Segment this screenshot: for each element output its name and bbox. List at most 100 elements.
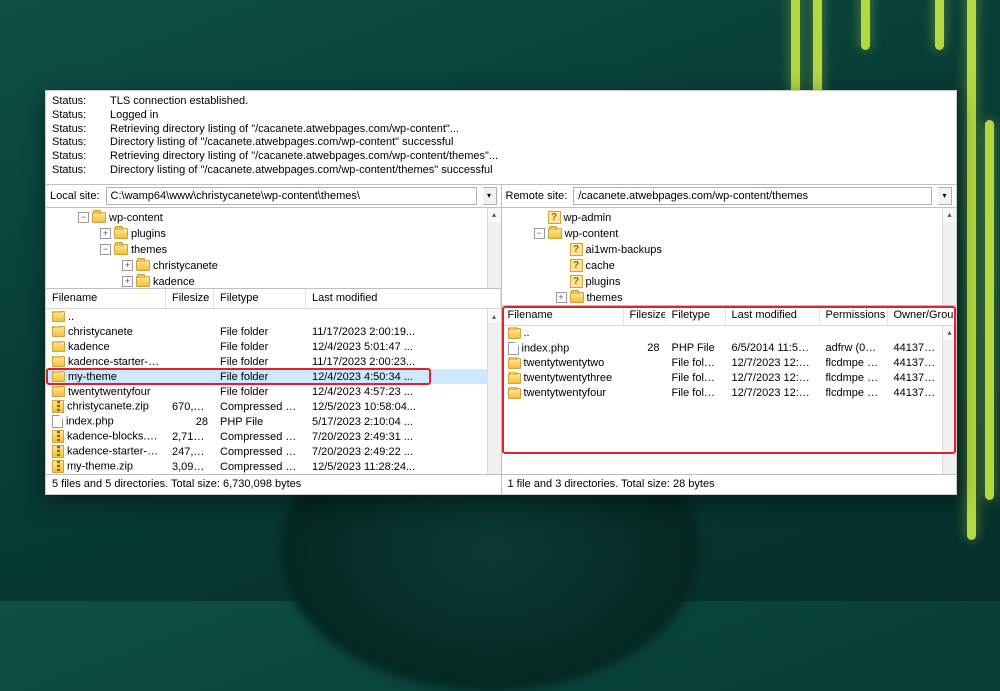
folder-icon [508, 388, 521, 399]
folder-icon [92, 212, 106, 223]
cell-filesize: 28 [166, 416, 214, 428]
tree-node[interactable]: ?cache [506, 258, 953, 274]
scrollbar[interactable]: ▴ [487, 208, 501, 289]
folder-icon [52, 386, 65, 397]
list-row[interactable]: christycaneteFile folder11/17/2023 2:00:… [46, 324, 487, 339]
tree-expander-icon[interactable]: − [100, 244, 111, 255]
list-row[interactable]: twentytwentytwoFile folder12/7/2023 12:2… [502, 356, 943, 371]
col-ownergroup[interactable]: Owner/Group [888, 306, 957, 325]
tree-expander-icon[interactable]: − [534, 228, 545, 239]
cell-filesize: 28 [624, 342, 666, 354]
col-filetype[interactable]: Filetype [214, 289, 306, 308]
cell-lastmodified: 12/4/2023 5:01:47 ... [306, 341, 487, 353]
folder-icon [114, 228, 128, 239]
list-row[interactable]: kadence-starter-template...247,720Compre… [46, 444, 487, 459]
cell-filetype: File folder [214, 356, 306, 368]
scrollbar[interactable]: ▴ [942, 208, 956, 305]
list-row[interactable]: my-theme.zip3,092,345Compressed (zipp...… [46, 459, 487, 474]
tree-label: plugins [586, 276, 621, 288]
local-list-body[interactable]: ▴ ..christycaneteFile folder11/17/2023 2… [46, 309, 501, 474]
cell-filetype: Compressed (zipp... [214, 446, 306, 458]
list-row[interactable]: kadenceFile folder12/4/2023 5:01:47 ... [46, 339, 487, 354]
list-row[interactable]: twentytwentyfourFile folder12/7/2023 12:… [502, 386, 943, 401]
cell-filename: christycanete [68, 326, 133, 338]
tree-node[interactable]: ?ai1wm-backups [506, 242, 953, 258]
scroll-up-icon[interactable]: ▴ [943, 326, 956, 340]
tree-label: christycanete [153, 260, 218, 272]
tree-node[interactable]: +themes [506, 290, 953, 306]
col-filename[interactable]: Filename [502, 306, 624, 325]
cell-permissions: flcdmpe (0... [820, 387, 888, 399]
list-row[interactable]: .. [502, 326, 943, 341]
local-footer: 5 files and 5 directories. Total size: 6… [46, 475, 502, 494]
col-permissions[interactable]: Permissions [820, 306, 888, 325]
scroll-up-icon[interactable]: ▴ [488, 208, 501, 222]
cell-lastmodified: 11/17/2023 2:00:23... [306, 356, 487, 368]
col-filename[interactable]: Filename [46, 289, 166, 308]
remote-site-dropdown[interactable]: ▾ [938, 187, 952, 205]
list-row[interactable]: .. [46, 309, 487, 324]
list-row[interactable]: kadence-blocks.zip2,719,848Compressed (z… [46, 429, 487, 444]
tree-label: wp-admin [564, 212, 612, 224]
cell-ownergroup: 4413733_chr... [888, 372, 943, 384]
cell-filename: index.php [522, 342, 570, 354]
unknown-folder-icon: ? [570, 275, 583, 288]
tree-node[interactable]: +kadence [50, 274, 497, 290]
cell-lastmodified: 12/4/2023 4:50:34 ... [306, 371, 487, 383]
col-filesize[interactable]: Filesize [624, 306, 666, 325]
list-row[interactable]: index.php28PHP File5/17/2023 2:10:04 ... [46, 414, 487, 429]
tree-expander-icon[interactable]: + [122, 260, 133, 271]
col-lastmodified[interactable]: Last modified [726, 306, 820, 325]
cell-filetype: File folder [666, 372, 726, 384]
remote-site-input[interactable] [573, 187, 932, 205]
tree-node[interactable]: ?wp-admin [506, 210, 953, 226]
folder-icon [52, 311, 65, 322]
tree-expander-icon[interactable]: + [122, 276, 133, 287]
scroll-up-icon[interactable]: ▴ [943, 208, 956, 222]
tree-node[interactable]: −wp-content [50, 210, 497, 226]
tree-node[interactable]: +plugins [50, 226, 497, 242]
cell-lastmodified: 11/17/2023 2:00:19... [306, 326, 487, 338]
cell-filesize: 670,157 [166, 401, 214, 413]
cell-filesize: 3,092,345 [166, 461, 214, 473]
cell-filename: kadence-blocks.zip [67, 430, 161, 442]
tree-node[interactable]: ?plugins [506, 274, 953, 290]
list-row[interactable]: twentytwentyfourFile folder12/4/2023 4:5… [46, 384, 487, 399]
local-list-header[interactable]: Filename Filesize Filetype Last modified [46, 289, 501, 309]
list-row[interactable]: christycanete.zip670,157Compressed (zipp… [46, 399, 487, 414]
remote-list-header[interactable]: Filename Filesize Filetype Last modified… [502, 306, 957, 326]
status-text: Retrieving directory listing of "/cacane… [110, 123, 459, 137]
status-row: Status:Directory listing of "/cacanete.a… [52, 164, 950, 178]
status-footer: 5 files and 5 directories. Total size: 6… [46, 474, 956, 494]
cell-filename: twentytwentyfour [68, 386, 151, 398]
scrollbar[interactable]: ▴ [942, 326, 956, 475]
local-tree[interactable]: ▴ −wp-content+plugins−themes + christycane… [46, 208, 501, 290]
col-filesize[interactable]: Filesize [166, 289, 214, 308]
tree-expander-icon[interactable]: + [100, 228, 111, 239]
remote-tree[interactable]: ▴ ?wp-admin−wp-content?ai1wm-backups?cac… [502, 208, 957, 306]
cell-filename: index.php [66, 415, 114, 427]
tree-expander-icon[interactable]: − [78, 212, 89, 223]
col-filetype[interactable]: Filetype [666, 306, 726, 325]
tree-expander-icon[interactable]: + [556, 292, 567, 303]
tree-node[interactable]: −themes [50, 242, 497, 258]
list-row[interactable]: twentytwentythreeFile folder12/7/2023 12… [502, 371, 943, 386]
list-row[interactable]: kadence-starter-templatesFile folder11/1… [46, 354, 487, 369]
local-site-input[interactable] [106, 187, 477, 205]
cell-filename: twentytwentyfour [524, 387, 607, 399]
status-label: Status: [52, 109, 90, 123]
tree-node[interactable]: −wp-content [506, 226, 953, 242]
list-row[interactable]: my-themeFile folder12/4/2023 4:50:34 ... [46, 369, 487, 384]
folder-icon [52, 356, 65, 367]
cell-filetype: PHP File [214, 416, 306, 428]
scroll-up-icon[interactable]: ▴ [488, 309, 501, 323]
cell-filename: my-theme [68, 371, 117, 383]
tree-node[interactable]: + christycanete [50, 258, 497, 274]
remote-list-body[interactable]: ▴ ..index.php28PHP File6/5/2014 11:59:..… [502, 326, 957, 475]
status-text: TLS connection established. [110, 95, 248, 109]
scrollbar[interactable]: ▴ [487, 309, 501, 474]
col-lastmodified[interactable]: Last modified [306, 289, 501, 308]
list-row[interactable]: index.php28PHP File6/5/2014 11:59:...adf… [502, 341, 943, 356]
local-site-dropdown[interactable]: ▾ [483, 187, 497, 205]
status-text: Directory listing of "/cacanete.atwebpag… [110, 164, 493, 178]
